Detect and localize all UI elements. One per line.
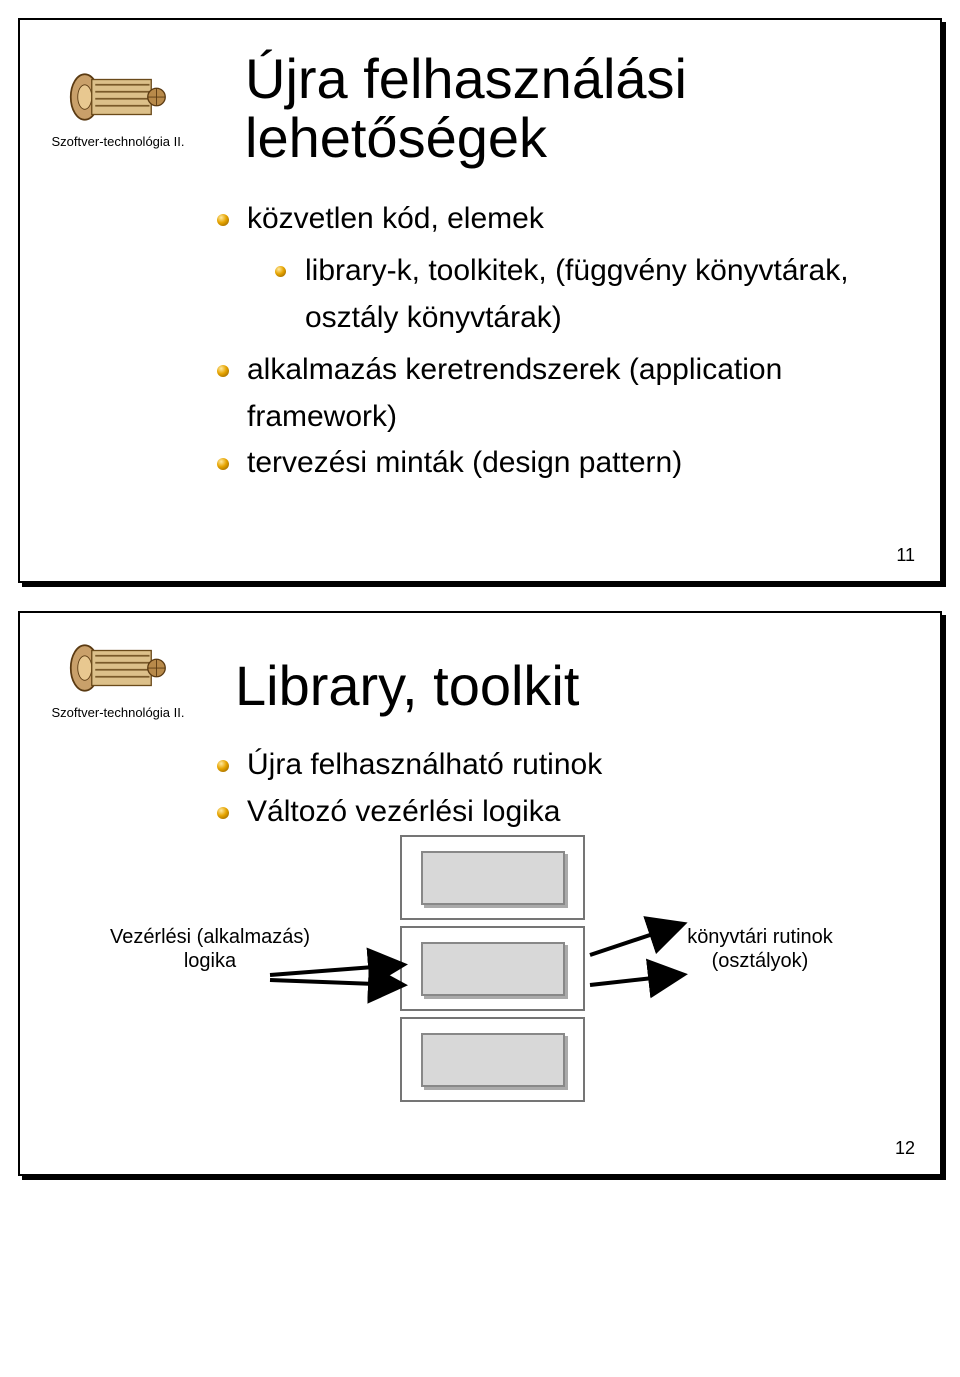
module-box	[400, 926, 585, 1011]
bullet-item: Újra felhasználható rutinok	[215, 742, 895, 789]
bullet-list: Újra felhasználható rutinok Változó vezé…	[215, 742, 895, 835]
slide-1: Szoftver-technológia II. Újra felhasznál…	[0, 0, 960, 593]
slide-frame: Szoftver-technológia II. Újra felhasznál…	[18, 18, 942, 583]
logo-block: Szoftver-technológia II.	[48, 62, 188, 149]
bullet-item: tervezési minták (design pattern)	[215, 440, 895, 487]
bullet-list: közvetlen kód, elemek library-k, toolkit…	[215, 196, 895, 487]
diagram: Vezérlési (alkalmazás) logika könyvtári …	[100, 855, 860, 1115]
logo-caption: Szoftver-technológia II.	[48, 134, 188, 149]
diagram-boxes	[400, 835, 590, 1108]
machine-icon	[63, 633, 173, 703]
sub-list: library-k, toolkitek, (függvény könyvtár…	[275, 248, 895, 341]
routine-box	[421, 942, 565, 996]
slide-title: Újra felhasználási lehetőségek	[245, 50, 895, 168]
module-box	[400, 835, 585, 920]
bullet-item: Változó vezérlési logika	[215, 789, 895, 836]
slide-frame: Szoftver-technológia II. Library, toolki…	[18, 611, 942, 1176]
logo-caption: Szoftver-technológia II.	[48, 705, 188, 720]
bullet-item: közvetlen kód, elemek library-k, toolkit…	[215, 196, 895, 342]
sub-item: library-k, toolkitek, (függvény könyvtár…	[275, 248, 895, 341]
routine-box	[421, 851, 565, 905]
module-box	[400, 1017, 585, 1102]
diagram-right-label: könyvtári rutinok (osztályok)	[660, 925, 860, 973]
routine-box	[421, 1033, 565, 1087]
machine-icon	[63, 62, 173, 132]
slide-2: Szoftver-technológia II. Library, toolki…	[0, 593, 960, 1186]
slide-title: Library, toolkit	[235, 653, 895, 718]
bullet-item: alkalmazás keretrendszerek (application …	[215, 347, 895, 440]
page-number: 11	[896, 545, 915, 566]
diagram-left-label: Vezérlési (alkalmazás) logika	[100, 925, 320, 973]
logo-block: Szoftver-technológia II.	[48, 633, 188, 720]
page-number: 12	[895, 1138, 915, 1159]
bullet-text: közvetlen kód, elemek	[247, 202, 544, 235]
